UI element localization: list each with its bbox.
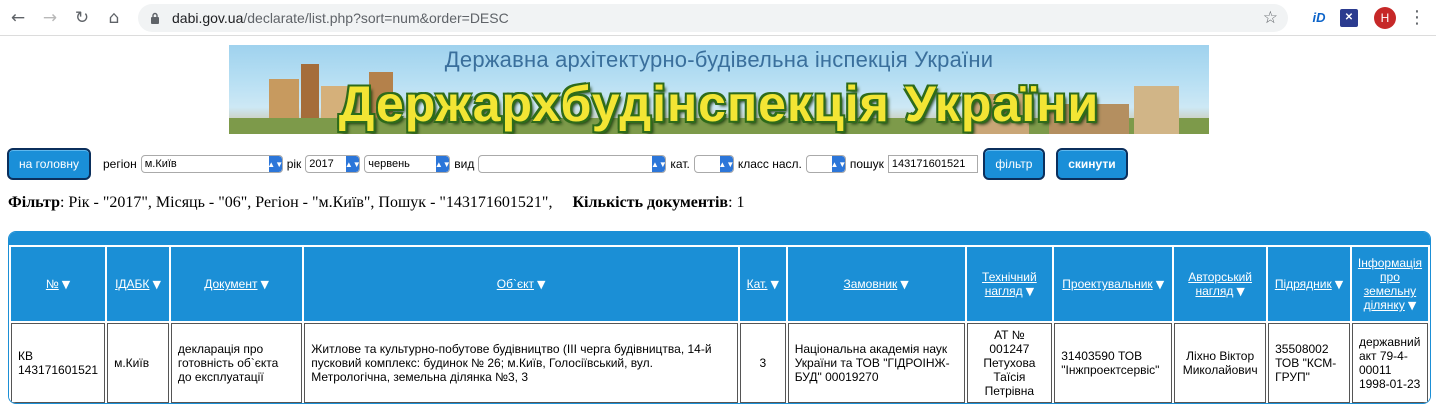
sort-desc-icon: ▼ xyxy=(770,278,779,291)
header-label: ІДАБК xyxy=(115,277,150,291)
column-header-document[interactable]: Документ ▼ xyxy=(170,247,303,321)
search-input[interactable]: 143171601521 xyxy=(887,155,978,173)
year-label: рік xyxy=(286,157,302,171)
header-label: Проектувальник xyxy=(1062,277,1153,291)
results-table: № ▼ ІДАБК ▼ Документ ▼ Об`єкт ▼ Кат. ▼ Замовн… xyxy=(9,245,1430,403)
sort-desc-icon: ▼ xyxy=(536,278,546,291)
column-header-number[interactable]: № ▼ xyxy=(11,247,106,321)
filter-summary: Фільтр: Рік - "2017", Місяць - "06", Рег… xyxy=(8,194,745,212)
back-icon[interactable]: ← xyxy=(4,4,32,32)
document-count-value: : 1 xyxy=(728,194,745,211)
header-label: Підрядник xyxy=(1274,277,1332,291)
column-header-idabk[interactable]: ІДАБК ▼ xyxy=(107,247,169,321)
extension-flag-icon[interactable]: ✕ xyxy=(1340,8,1358,27)
sort-desc-icon: ▼ xyxy=(1407,299,1417,312)
category-select[interactable]: ▲▼ xyxy=(693,155,734,173)
browser-menu-icon[interactable]: ⋮ xyxy=(1408,7,1426,28)
header-label: Замовник xyxy=(843,277,898,291)
kind-label: вид xyxy=(454,157,475,171)
cell-document: декларація про готовність об`єкта до екс… xyxy=(170,323,303,403)
column-header-designer[interactable]: Проектувальник ▼ xyxy=(1054,247,1173,321)
column-header-contractor[interactable]: Підрядник ▼ xyxy=(1268,247,1350,321)
cell-object: Житлове та культурно-побутове будівництв… xyxy=(304,323,738,403)
site-banner: Державна архітектурно-будівельна інспекц… xyxy=(229,45,1209,134)
sort-desc-icon: ▼ xyxy=(260,278,269,291)
category-label: кат. xyxy=(670,157,690,171)
home-icon[interactable]: ⌂ xyxy=(100,4,128,32)
sort-desc-icon: ▼ xyxy=(1236,285,1245,298)
document-count-label: Кількість документів xyxy=(572,194,729,211)
results-table-container: № ▼ ІДАБК ▼ Документ ▼ Об`єкт ▼ Кат. ▼ Замовн… xyxy=(8,231,1431,404)
month-select-value: червень xyxy=(368,158,410,170)
month-select[interactable]: червень ▲▼ xyxy=(364,155,451,173)
column-header-customer[interactable]: Замовник ▼ xyxy=(787,247,965,321)
year-select[interactable]: 2017 ▲▼ xyxy=(305,155,361,173)
select-arrow-icon: ▲▼ xyxy=(435,156,450,172)
header-label: Кат. xyxy=(746,277,768,291)
cell-category: 3 xyxy=(739,323,786,403)
column-header-technical-supervision[interactable]: Технічний нагляд ▼ xyxy=(966,247,1053,321)
cell-number: КВ 143171601521 xyxy=(11,323,106,403)
reload-icon[interactable]: ↻ xyxy=(68,4,96,32)
select-arrow-icon: ▲▼ xyxy=(651,156,666,172)
cell-idabk: м.Київ xyxy=(107,323,169,403)
url-path: /declarate/list.php?sort=num&order=DESC xyxy=(243,9,509,26)
cell-designer: 31403590 ТОВ "Інжпроектсервіс" xyxy=(1054,323,1173,403)
home-button[interactable]: на головну xyxy=(7,148,91,180)
select-arrow-icon: ▲▼ xyxy=(267,156,282,172)
select-arrow-icon: ▲▼ xyxy=(830,156,845,172)
column-header-author-supervision[interactable]: Авторський нагляд ▼ xyxy=(1174,247,1267,321)
region-select-value: м.Київ xyxy=(144,158,177,170)
lock-icon xyxy=(148,11,162,25)
forward-icon[interactable]: → xyxy=(36,4,64,32)
cell-technical-supervision: АТ № 001247 Петухова Таїсія Петрівна xyxy=(966,323,1053,403)
header-label: № xyxy=(45,277,59,291)
address-bar[interactable]: dabi.gov.ua/declarate/list.php?sort=num&… xyxy=(138,3,1288,32)
extension-id-icon[interactable]: iD xyxy=(1306,5,1332,31)
sort-desc-icon: ▼ xyxy=(900,278,909,291)
column-header-category[interactable]: Кат. ▼ xyxy=(739,247,786,321)
select-arrow-icon: ▲▼ xyxy=(718,156,733,172)
column-header-object[interactable]: Об`єкт ▼ xyxy=(304,247,738,321)
table-row: КВ 143171601521 м.Київ декларація про го… xyxy=(11,323,1428,403)
table-header-row: № ▼ ІДАБК ▼ Документ ▼ Об`єкт ▼ Кат. ▼ Замовн… xyxy=(11,247,1428,321)
cell-author-supervision: Ліхно Віктор Миколайович xyxy=(1174,323,1267,403)
banner-subtitle: Державна архітектурно-будівельна інспекц… xyxy=(444,47,994,72)
sort-desc-icon: ▼ xyxy=(152,278,161,291)
region-label: регіон xyxy=(103,157,137,171)
sort-desc-icon: ▼ xyxy=(61,278,71,291)
sort-desc-icon: ▼ xyxy=(1334,278,1344,291)
column-header-land-info[interactable]: Інформація про земельну ділянку ▼ xyxy=(1351,247,1428,321)
bookmark-star-icon[interactable]: ☆ xyxy=(1263,8,1278,28)
cell-customer: Національна академія наук України та ТОВ… xyxy=(787,323,965,403)
browser-toolbar: ← → ↻ ⌂ dabi.gov.ua/declarate/list.php?s… xyxy=(0,0,1436,36)
header-label: Об`єкт xyxy=(496,277,534,291)
profile-avatar[interactable]: H xyxy=(1374,6,1396,29)
year-select-value: 2017 xyxy=(309,158,334,170)
select-arrow-icon: ▲▼ xyxy=(345,156,360,172)
table-top-band xyxy=(9,232,1430,246)
filter-button[interactable]: фільтр xyxy=(982,148,1045,180)
class-select[interactable]: ▲▼ xyxy=(805,155,846,173)
class-label: класс насл. xyxy=(737,157,802,171)
header-label: Документ xyxy=(204,277,258,291)
region-select[interactable]: м.Київ ▲▼ xyxy=(140,155,283,173)
reset-button[interactable]: скинути xyxy=(1055,148,1128,180)
filter-summary-label: Фільтр xyxy=(8,194,60,211)
sort-desc-icon: ▼ xyxy=(1155,278,1165,291)
url-host: dabi.gov.ua xyxy=(172,9,244,26)
kind-select[interactable]: ▲▼ xyxy=(478,155,667,173)
filter-summary-text: : Рік - "2017", Місяць - "06", Регіон - … xyxy=(59,194,553,211)
banner-title: Держархбудінспекція України xyxy=(338,76,1100,132)
cell-land-info: державний акт 79-4-00011 1998-01-23 xyxy=(1351,323,1428,403)
cell-contractor: 35508002 ТОВ "КСМ-ГРУП" xyxy=(1268,323,1350,403)
sort-desc-icon: ▼ xyxy=(1025,285,1035,298)
search-label: пошук xyxy=(849,157,884,171)
filter-bar: на головну регіон м.Київ ▲▼ рік 2017 ▲▼ че… xyxy=(7,148,1128,180)
